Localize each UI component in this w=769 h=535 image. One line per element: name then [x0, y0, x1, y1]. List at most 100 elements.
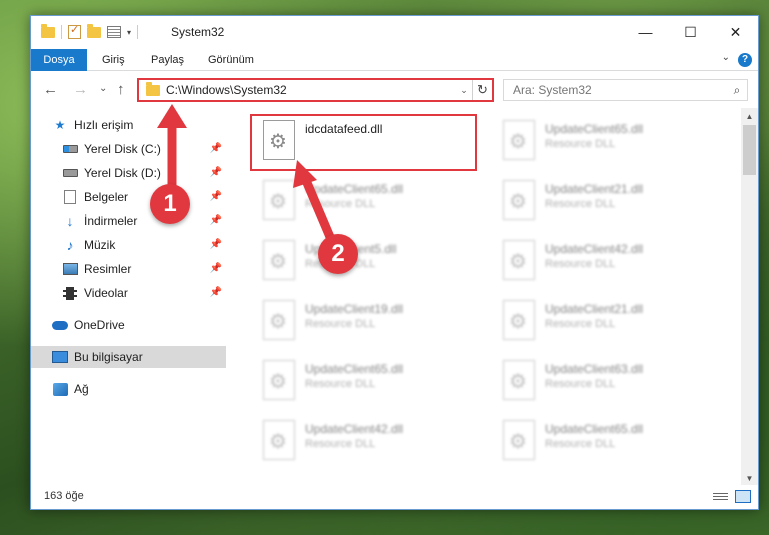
- file-type: Resource DLL: [305, 438, 376, 450]
- file-type: Resource DLL: [305, 198, 376, 210]
- sidebar-item-label: Yerel Disk (C:): [84, 142, 161, 156]
- music-icon: ♪: [66, 237, 74, 253]
- scroll-up-arrow-icon[interactable]: ▲: [741, 112, 758, 121]
- sidebar-item-onedrive[interactable]: OneDrive: [31, 314, 226, 336]
- file-name: UpdateClient65.dll: [305, 182, 404, 196]
- pin-icon[interactable]: 📌: [210, 287, 222, 298]
- address-bar[interactable]: C:\Windows\System32 ⌄ ↻: [137, 78, 494, 102]
- customize-toolbar-arrow-icon[interactable]: ▾: [127, 28, 131, 37]
- scroll-thumb[interactable]: [743, 125, 756, 175]
- sidebar-item-drive-c[interactable]: Yerel Disk (C:) 📌: [31, 138, 226, 160]
- file-tile[interactable]: ⚙ UpdateClient63.dll Resource DLL: [491, 352, 721, 408]
- file-tile[interactable]: ⚙ UpdateClient65.dll Resource DLL: [491, 412, 721, 468]
- new-folder-icon[interactable]: [87, 23, 101, 38]
- navigation-pane: ★ Hızlı erişim Yerel Disk (C:) 📌 Yerel D…: [31, 114, 227, 484]
- file-type: Resource DLL: [545, 438, 616, 450]
- file-tile[interactable]: ⚙ UpdateClient65.dll Resource DLL: [251, 352, 481, 408]
- toolbar-divider: [137, 25, 139, 39]
- sidebar-item-downloads[interactable]: ↓ İndirmeler 📌: [31, 210, 226, 232]
- sidebar-item-this-pc[interactable]: Bu bilgisayar: [31, 346, 226, 368]
- file-type: Resource DLL: [305, 378, 376, 390]
- pin-icon[interactable]: 📌: [210, 167, 222, 178]
- pin-icon[interactable]: 📌: [210, 239, 222, 250]
- onedrive-icon: [52, 318, 68, 332]
- folder-icon: [41, 23, 55, 38]
- quick-access-toolbar: ▾: [41, 23, 139, 39]
- sidebar-item-pictures[interactable]: Resimler 📌: [31, 258, 226, 280]
- properties-check-icon[interactable]: [68, 23, 81, 39]
- tab-view[interactable]: Görünüm: [199, 49, 263, 71]
- title-bar: ▾ System32 — ☐ ✕: [31, 16, 758, 49]
- sidebar-item-music[interactable]: ♪ Müzik 📌: [31, 234, 226, 256]
- file-tile[interactable]: ⚙ UpdateClient42.dll Resource DLL: [251, 412, 481, 468]
- sidebar-item-label: Yerel Disk (D:): [84, 166, 161, 180]
- file-name: UpdateClient65.dll: [305, 362, 404, 376]
- properties-icon[interactable]: [107, 26, 121, 38]
- search-box[interactable]: ⌕: [503, 79, 748, 101]
- downloads-icon: ↓: [66, 213, 74, 229]
- sidebar-item-label: İndirmeler: [84, 214, 138, 228]
- file-name: UpdateClient21.dll: [545, 302, 644, 316]
- close-button[interactable]: ✕: [713, 16, 758, 48]
- file-type: Resource DLL: [545, 198, 616, 210]
- sidebar-item-label: Resimler: [84, 262, 132, 276]
- minimize-button[interactable]: —: [623, 16, 668, 48]
- pin-icon[interactable]: 📌: [210, 263, 222, 274]
- dll-file-icon: ⚙: [263, 420, 295, 460]
- back-arrow-icon[interactable]: ←: [43, 81, 58, 98]
- vertical-scrollbar[interactable]: ▲ ▼: [741, 108, 758, 485]
- refresh-icon[interactable]: ↻: [472, 80, 492, 100]
- file-explorer-window: ▾ System32 — ☐ ✕ Dosya Giriş Paylaş Görü…: [30, 15, 759, 510]
- search-input[interactable]: [513, 83, 727, 97]
- tab-file[interactable]: Dosya: [31, 49, 87, 71]
- pictures-icon: [62, 262, 78, 276]
- sidebar-item-drive-d[interactable]: Yerel Disk (D:) 📌: [31, 162, 226, 184]
- file-name: UpdateClient65.dll: [545, 122, 644, 136]
- file-tile[interactable]: ⚙ UpdateClient19.dll Resource DLL: [251, 292, 481, 348]
- file-tile[interactable]: ⚙ UpdateClient42.dll Resource DLL: [491, 232, 721, 288]
- tab-share[interactable]: Paylaş: [142, 49, 193, 71]
- expand-ribbon-chevron-icon[interactable]: ⌄: [722, 52, 730, 63]
- annotation-marker-1: 1: [150, 184, 190, 224]
- address-path[interactable]: C:\Windows\System32: [166, 83, 456, 97]
- file-highlight-box: [250, 114, 477, 171]
- address-dropdown-chevron-icon[interactable]: ⌄: [456, 85, 472, 96]
- drive-d-icon: [62, 166, 78, 180]
- file-type: Resource DLL: [545, 138, 616, 150]
- file-tile[interactable]: ⚙ UpdateClient65.dll Resource DLL: [491, 112, 721, 168]
- large-icons-view-icon[interactable]: [735, 490, 751, 503]
- network-icon: [52, 382, 68, 396]
- file-type: Resource DLL: [545, 258, 616, 270]
- videos-icon: [62, 286, 78, 300]
- search-icon[interactable]: ⌕: [727, 83, 747, 98]
- file-type: Resource DLL: [305, 318, 376, 330]
- pin-icon[interactable]: 📌: [210, 191, 222, 202]
- pin-icon[interactable]: 📌: [210, 215, 222, 226]
- file-tile[interactable]: ⚙ UpdateClient65.dll Resource DLL: [251, 172, 481, 228]
- pin-icon[interactable]: 📌: [210, 143, 222, 154]
- scroll-down-arrow-icon[interactable]: ▼: [741, 474, 758, 483]
- recent-locations-chevron-icon[interactable]: ⌄: [99, 83, 107, 94]
- sidebar-item-network[interactable]: Ağ: [31, 378, 226, 400]
- sidebar-item-label: Bu bilgisayar: [74, 350, 143, 364]
- file-tile[interactable]: ⚙ UpdateClient5.dll Resource DLL: [251, 232, 481, 288]
- documents-icon: [62, 190, 78, 204]
- forward-arrow-icon[interactable]: →: [73, 81, 88, 98]
- sidebar-item-quick-access[interactable]: ★ Hızlı erişim: [31, 114, 226, 136]
- dll-file-icon: ⚙: [503, 120, 535, 160]
- file-type: Resource DLL: [545, 318, 616, 330]
- sidebar-item-label: OneDrive: [74, 318, 125, 332]
- tab-home[interactable]: Giriş: [93, 49, 134, 71]
- sidebar-item-documents[interactable]: Belgeler 📌: [31, 186, 226, 208]
- dll-file-icon: ⚙: [263, 180, 295, 220]
- file-tile[interactable]: ⚙ UpdateClient21.dll Resource DLL: [491, 172, 721, 228]
- file-name: UpdateClient19.dll: [305, 302, 404, 316]
- up-arrow-icon[interactable]: ↑: [117, 81, 125, 98]
- details-view-icon[interactable]: [713, 491, 728, 502]
- help-icon[interactable]: ?: [738, 53, 752, 67]
- star-icon: ★: [54, 118, 66, 132]
- maximize-button[interactable]: ☐: [668, 16, 713, 48]
- sidebar-item-videos[interactable]: Videolar 📌: [31, 282, 226, 304]
- item-count: 163 öğe: [44, 490, 84, 502]
- file-tile[interactable]: ⚙ UpdateClient21.dll Resource DLL: [491, 292, 721, 348]
